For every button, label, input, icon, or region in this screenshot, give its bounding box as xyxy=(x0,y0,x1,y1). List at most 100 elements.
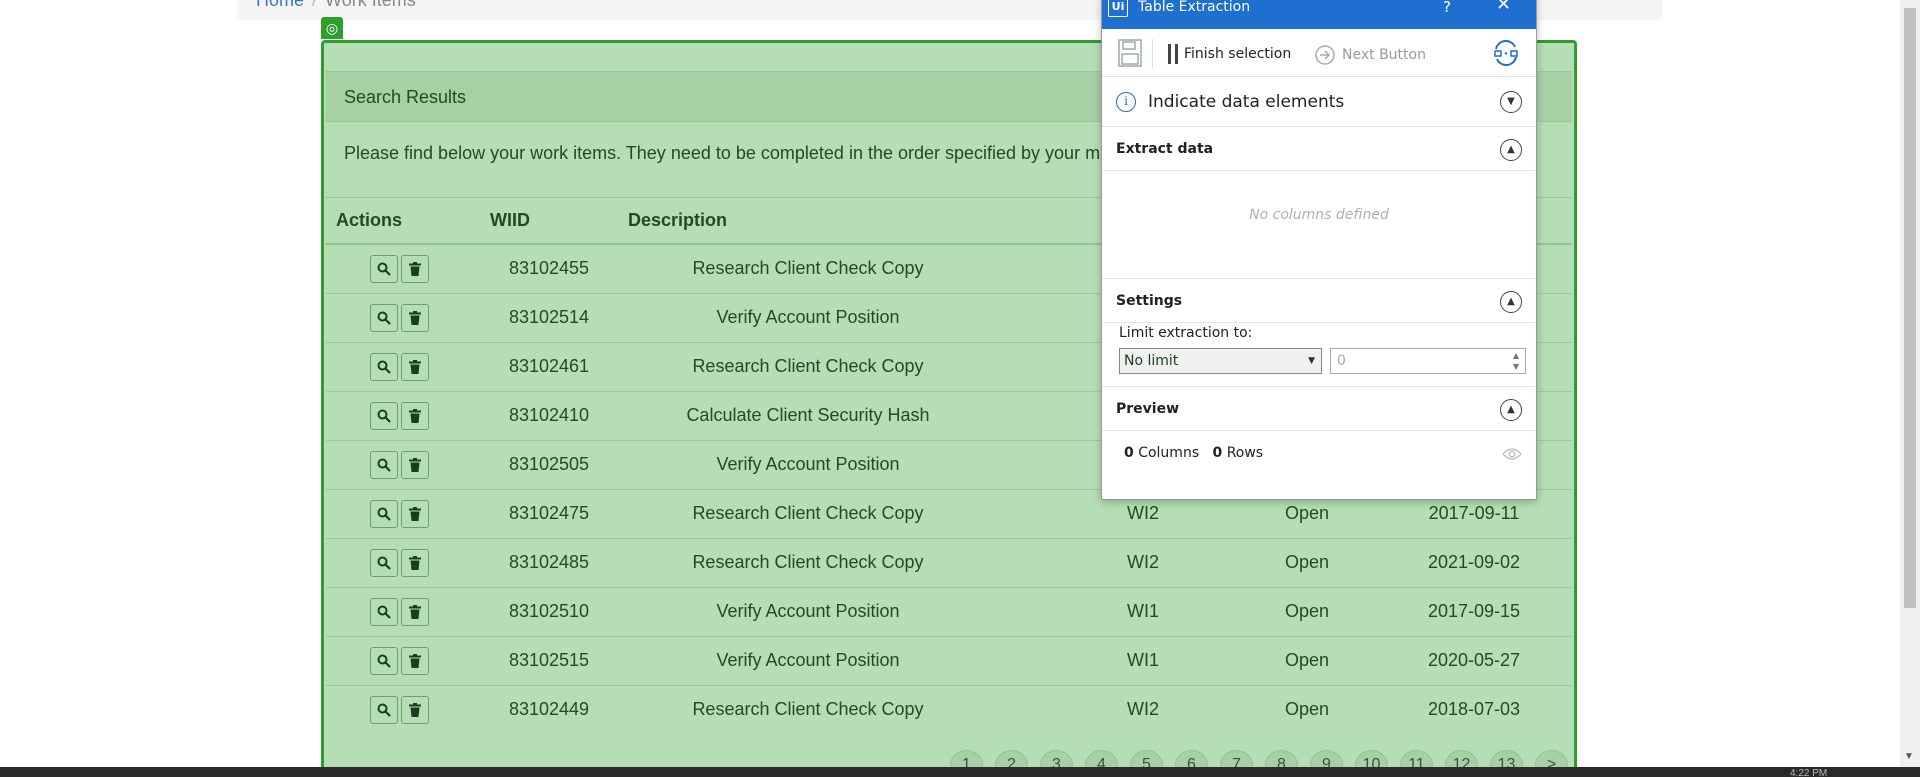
actions-cell xyxy=(326,243,480,293)
settings-title: Settings xyxy=(1116,293,1183,309)
pause-icon xyxy=(1168,44,1178,64)
view-search-icon[interactable] xyxy=(370,450,398,479)
header-actions: Actions xyxy=(326,198,480,245)
wiid-cell: 83102510 xyxy=(480,586,618,636)
rows-count: 0 xyxy=(1212,445,1223,461)
table-row: 83102485 Research Client Check Copy WI2 Ope… xyxy=(326,537,1572,587)
delete-trash-icon[interactable] xyxy=(401,597,429,626)
preview-stats: 0 Columns 0 Rows xyxy=(1124,445,1263,461)
wiid-cell: 83102485 xyxy=(480,537,618,587)
status-cell: Open xyxy=(1238,635,1376,685)
save-icon[interactable] xyxy=(1118,39,1142,71)
next-button[interactable]: Next Button xyxy=(1314,44,1426,66)
finish-selection-button[interactable]: Finish selection xyxy=(1168,44,1291,64)
header-description: Description xyxy=(618,198,998,245)
delete-trash-icon[interactable] xyxy=(401,401,429,430)
delete-trash-icon[interactable] xyxy=(401,695,429,724)
delete-trash-icon[interactable] xyxy=(401,646,429,675)
extract-body: No columns defined xyxy=(1102,171,1536,279)
wiid-cell: 83102515 xyxy=(480,635,618,685)
header-wiid: WIID xyxy=(480,198,618,245)
wiid-cell: 83102449 xyxy=(480,684,618,734)
limit-number-value: 0 xyxy=(1337,353,1346,369)
date-cell: 2017-09-15 xyxy=(1376,586,1572,636)
type-cell: WI2 xyxy=(998,684,1238,734)
limit-select[interactable]: No limit ▼ xyxy=(1119,348,1322,374)
view-search-icon[interactable] xyxy=(370,401,398,430)
breadcrumb-home-link[interactable]: Home xyxy=(256,0,304,10)
delete-trash-icon[interactable] xyxy=(401,548,429,577)
wiid-cell: 83102505 xyxy=(480,439,618,489)
view-search-icon[interactable] xyxy=(370,254,398,283)
chevron-up-icon[interactable]: ▲ xyxy=(1500,139,1522,161)
limit-select-value: No limit xyxy=(1124,353,1179,369)
uipath-app-icon: Ui xyxy=(1108,0,1128,17)
delete-trash-icon[interactable] xyxy=(401,352,429,381)
status-cell: Open xyxy=(1238,684,1376,734)
taskbar-clock: 4:22 PM xyxy=(1790,768,1828,777)
help-button[interactable]: ? xyxy=(1443,0,1451,19)
description-cell: Calculate Client Security Hash xyxy=(618,390,998,440)
date-cell: 2020-05-27 xyxy=(1376,635,1572,685)
view-search-icon[interactable] xyxy=(370,597,398,626)
dialog-title: Table Extraction xyxy=(1138,0,1251,15)
view-search-icon[interactable] xyxy=(370,646,398,675)
chevron-up-icon[interactable]: ▲ xyxy=(1500,291,1522,313)
table-row: 83102515 Verify Account Position WI1 Open 20… xyxy=(326,635,1572,685)
indicate-label: Indicate data elements xyxy=(1148,92,1345,112)
table-row: 83102510 Verify Account Position WI1 Open 20… xyxy=(326,586,1572,636)
wiid-cell: 83102461 xyxy=(480,341,618,391)
columns-label: Columns xyxy=(1138,445,1200,461)
spinner-icon[interactable]: ▲ ▼ xyxy=(1513,350,1519,372)
actions-cell xyxy=(326,390,480,440)
wiid-cell: 83102514 xyxy=(480,292,618,342)
actions-cell xyxy=(326,635,480,685)
indicate-section-header[interactable]: i Indicate data elements ▼ xyxy=(1102,77,1536,127)
type-cell: WI1 xyxy=(998,586,1238,636)
preview-body: 0 Columns 0 Rows xyxy=(1102,431,1536,491)
view-search-icon[interactable] xyxy=(370,499,398,528)
actions-cell xyxy=(326,292,480,342)
no-columns-text: No columns defined xyxy=(1249,207,1389,223)
columns-count: 0 xyxy=(1124,445,1134,461)
chevron-down-icon[interactable]: ▼ xyxy=(1500,91,1522,113)
actions-cell xyxy=(326,341,480,391)
dialog-title-bar[interactable]: Ui Table Extraction ? ✕ xyxy=(1102,0,1536,29)
limit-number-input[interactable]: 0 ▲ ▼ xyxy=(1330,348,1526,374)
breadcrumb-separator: / xyxy=(312,0,318,10)
preview-section-header[interactable]: Preview ▲ xyxy=(1102,387,1536,431)
refresh-icon[interactable] xyxy=(1491,39,1521,71)
actions-cell xyxy=(326,684,480,734)
dialog-toolbar: Finish selection Next Button xyxy=(1102,29,1536,77)
description-cell: Verify Account Position xyxy=(618,586,998,636)
date-cell: 2021-09-02 xyxy=(1376,537,1572,587)
view-search-icon[interactable] xyxy=(370,352,398,381)
wiid-cell: 83102410 xyxy=(480,390,618,440)
delete-trash-icon[interactable] xyxy=(401,254,429,283)
status-cell: Open xyxy=(1238,586,1376,636)
extract-section-header[interactable]: Extract data ▲ xyxy=(1102,127,1536,171)
scrollbar-thumb[interactable] xyxy=(1904,8,1916,608)
status-cell: Open xyxy=(1238,537,1376,587)
view-search-icon[interactable] xyxy=(370,303,398,332)
actions-cell xyxy=(326,439,480,489)
breadcrumb-current: Work Items xyxy=(325,0,416,10)
type-cell: WI1 xyxy=(998,635,1238,685)
eye-icon[interactable] xyxy=(1502,447,1522,465)
chevron-up-icon[interactable]: ▲ xyxy=(1500,399,1522,421)
description-cell: Research Client Check Copy xyxy=(618,537,998,587)
close-button[interactable]: ✕ xyxy=(1496,0,1511,17)
toolbar-separator xyxy=(1152,39,1153,69)
actions-cell xyxy=(326,586,480,636)
limit-label: Limit extraction to: xyxy=(1119,325,1253,341)
scroll-down-arrow-icon[interactable]: ▼ xyxy=(1904,751,1914,762)
settings-section-header[interactable]: Settings ▲ xyxy=(1102,279,1536,323)
delete-trash-icon[interactable] xyxy=(401,303,429,332)
view-search-icon[interactable] xyxy=(370,695,398,724)
view-search-icon[interactable] xyxy=(370,548,398,577)
date-cell: 2018-07-03 xyxy=(1376,684,1572,734)
delete-trash-icon[interactable] xyxy=(401,499,429,528)
dropdown-arrow-icon: ▼ xyxy=(1308,356,1315,366)
table-row: 83102449 Research Client Check Copy WI2 Ope… xyxy=(326,684,1572,734)
delete-trash-icon[interactable] xyxy=(401,450,429,479)
